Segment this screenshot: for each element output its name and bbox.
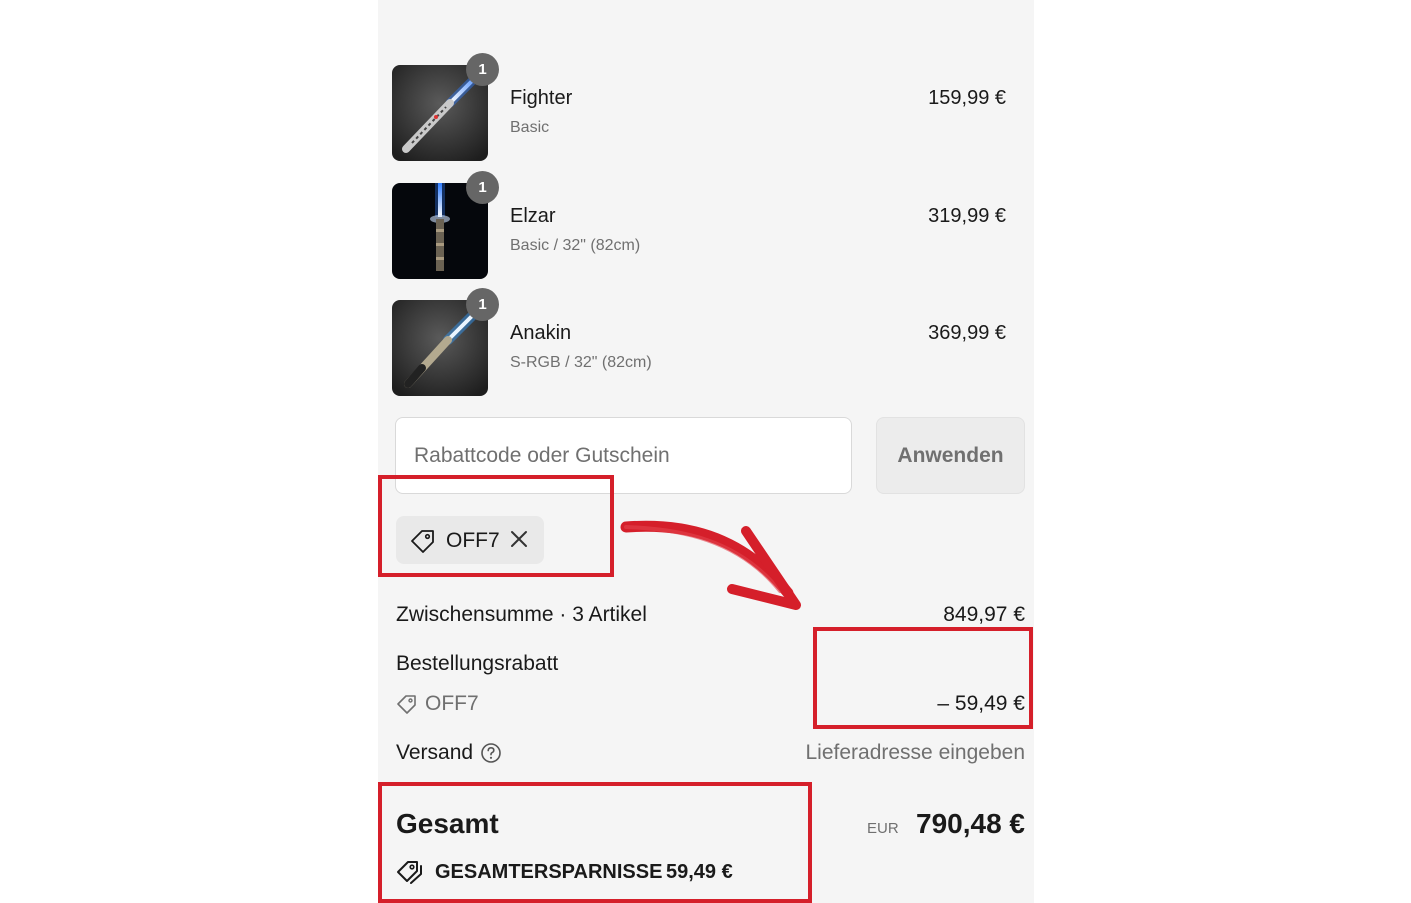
item-name: Fighter — [510, 87, 573, 109]
total-value: 790,48 € — [916, 808, 1025, 839]
applied-discount-chip: OFF7 — [396, 516, 544, 564]
total-label: Gesamt — [396, 808, 499, 839]
currency-code: EUR — [867, 820, 899, 837]
line-item: 1 Anakin S-RGB / 32" (82cm) 369,99 € — [392, 288, 1006, 396]
applied-code-label: OFF7 — [446, 529, 500, 552]
item-variant: S-RGB / 32" (82cm) — [510, 354, 652, 371]
item-variant: Basic / 32" (82cm) — [510, 237, 641, 254]
subtotal-label: Zwischensumme · 3 Artikel — [396, 603, 647, 626]
quantity-badge: 1 — [466, 288, 499, 321]
order-discount-label: Bestellungsrabatt — [396, 652, 559, 675]
tag-icon — [396, 694, 418, 719]
shipping-value: Lieferadresse eingeben — [805, 741, 1026, 764]
annotation-arrow-icon — [620, 520, 801, 610]
savings-tags-icon — [396, 860, 424, 889]
discount-code-label: OFF7 — [425, 692, 479, 715]
item-name: Anakin — [510, 322, 572, 344]
item-price: 369,99 € — [928, 322, 1006, 344]
discount-code-input[interactable] — [395, 417, 852, 494]
total-savings-label: GESAMTERSPARNISSE — [435, 861, 663, 883]
remove-code-close-icon[interactable] — [508, 528, 530, 555]
item-variant: Basic — [510, 119, 550, 136]
item-price: 159,99 € — [928, 87, 1006, 109]
item-price: 319,99 € — [928, 205, 1006, 227]
item-name: Elzar — [510, 205, 556, 227]
quantity-badge: 1 — [466, 171, 499, 204]
subtotal-value: 849,97 € — [943, 603, 1025, 626]
tag-icon — [410, 529, 436, 558]
line-item: 1 Elzar Basic / 32" (82cm) 319,99 € — [392, 171, 1006, 279]
discount-value: – 59,49 € — [937, 692, 1025, 715]
shipping-label: Versand — [396, 741, 474, 764]
quantity-badge: 1 — [466, 53, 499, 86]
help-circle-icon[interactable] — [480, 742, 502, 769]
apply-discount-button[interactable]: Anwenden — [876, 417, 1025, 494]
total-savings-value: 59,49 € — [666, 861, 733, 883]
line-item: 1 Fighter Basic 159,99 € — [392, 53, 1006, 161]
